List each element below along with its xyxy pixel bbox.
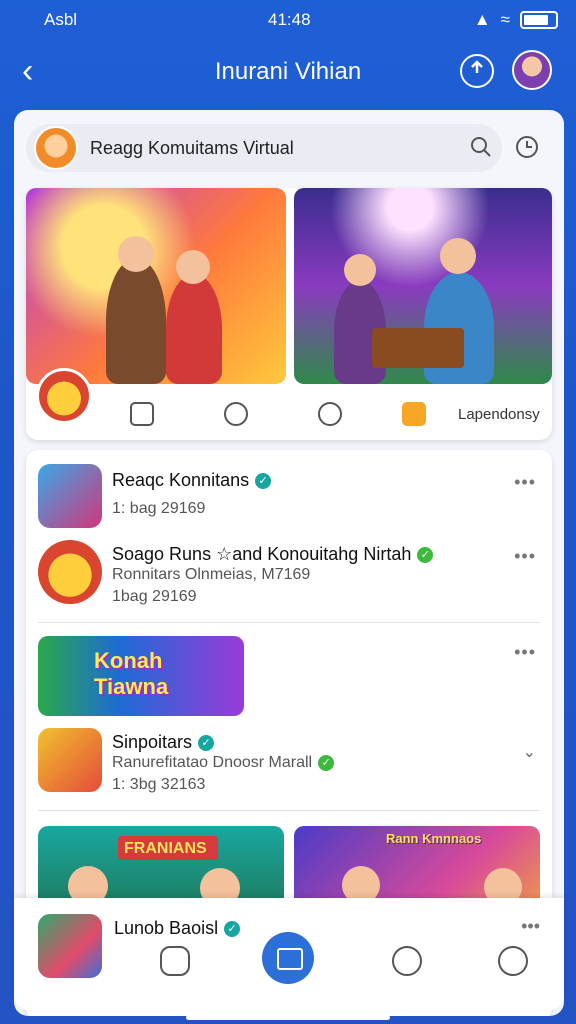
battery-icon xyxy=(520,11,558,29)
person-figure xyxy=(166,274,222,384)
home-icon[interactable] xyxy=(262,932,314,984)
person-figure xyxy=(106,258,166,384)
chat-icon[interactable] xyxy=(160,946,190,976)
app-header: ‹ Inurani Vihian xyxy=(0,46,576,98)
person-face xyxy=(344,254,376,286)
person-face xyxy=(440,238,476,274)
person-face xyxy=(118,236,154,272)
featured-image-right[interactable] xyxy=(294,188,552,384)
featured-card: Lapendonsy xyxy=(26,188,552,440)
chevron-down-icon[interactable]: ⌄ xyxy=(523,742,536,762)
search-input[interactable]: Reagg Komuitams Virtual xyxy=(90,138,294,159)
verified-icon: ✓ xyxy=(198,735,215,752)
banner-text: Rann Kmnnaos xyxy=(386,831,482,846)
avatar[interactable] xyxy=(512,50,552,90)
clock-time: 41:48 xyxy=(268,10,311,29)
game-box xyxy=(372,328,464,368)
more-icon[interactable]: ••• xyxy=(514,472,536,493)
home-indicator xyxy=(186,1015,390,1020)
signal-icon: ▲ xyxy=(473,10,491,29)
item-thumbnail xyxy=(38,728,102,792)
item-thumbnail xyxy=(38,464,102,528)
search-icon[interactable] xyxy=(470,136,492,158)
search-bar[interactable]: Reagg Komuitams Virtual xyxy=(26,124,502,172)
divider xyxy=(38,622,540,623)
gift-icon[interactable] xyxy=(402,402,426,426)
featured-actions: Lapendonsy xyxy=(26,394,552,440)
wifi-icon: ≈ xyxy=(500,10,510,29)
bottom-item-title-text: Lunob Baoisl xyxy=(114,918,219,938)
bottom-item-title: Lunob Baoisl ✓ xyxy=(114,918,241,939)
verified-icon: ✓ xyxy=(417,547,434,564)
item-stats: 1bag 29169 xyxy=(112,588,197,605)
bottom-navigation: Lunob Baoisl ✓ ••• xyxy=(14,898,564,1010)
group-icon[interactable] xyxy=(224,402,248,426)
person-face xyxy=(176,250,210,284)
item-title: Sinpoitars ✓ xyxy=(112,732,215,753)
main-card: Reagg Komuitams Virtual Lapendonsy Reaqc… xyxy=(14,110,564,1016)
profile-icon[interactable] xyxy=(498,946,528,976)
item-thumbnail xyxy=(38,540,102,604)
status-bar: Asbl 41:48 ▲ ≈ xyxy=(0,0,576,40)
item-meta: Ronnitars Olnmeias, M7169 xyxy=(112,566,311,583)
sticker-icon[interactable] xyxy=(130,402,154,426)
item-title: Soago Runs ☆and Konouitahg Nirtah ✓ xyxy=(112,544,434,565)
item-meta: 1: bag 29169 xyxy=(112,500,206,517)
item-thumbnail[interactable] xyxy=(38,914,102,978)
diamond-icon[interactable] xyxy=(318,402,342,426)
item-title-text: Soago Runs ☆and Konouitahg Nirtah xyxy=(112,544,412,564)
friends-icon[interactable] xyxy=(392,946,422,976)
banner-text: FRANIANS xyxy=(124,840,207,857)
list-item[interactable]: Sinpoitars ✓ Ranurefitatao Dnoosr Marall ✓… xyxy=(26,728,552,798)
item-title-text: Sinpoitars xyxy=(112,732,193,752)
more-icon[interactable]: ••• xyxy=(514,546,536,567)
status-icons: ▲ ≈ xyxy=(474,10,558,30)
verified-icon: ✓ xyxy=(318,754,335,771)
list-item[interactable]: Reaqc Konnitans ✓ 1: bag 29169 ••• xyxy=(26,464,552,534)
featured-image-left[interactable] xyxy=(26,188,286,384)
search-avatar xyxy=(34,126,78,170)
clock-icon[interactable] xyxy=(516,136,538,158)
item-title-text: Reaqc Konnitans xyxy=(112,470,250,490)
share-icon[interactable] xyxy=(460,54,494,88)
promo-banner[interactable]: Konah Tiawna xyxy=(38,636,244,716)
verified-icon: ✓ xyxy=(255,473,272,490)
item-stats: 1: 3bg 32163 xyxy=(112,776,206,793)
item-meta-text: Ranurefitatao Dnoosr Marall xyxy=(112,754,313,771)
list-item[interactable]: Soago Runs ☆and Konouitahg Nirtah ✓ Ronni… xyxy=(26,540,552,614)
more-icon[interactable]: ••• xyxy=(521,916,540,937)
verified-icon: ✓ xyxy=(224,921,241,938)
featured-action-label[interactable]: Lapendonsy xyxy=(458,406,540,423)
more-icon[interactable]: ••• xyxy=(514,642,536,663)
divider xyxy=(38,810,540,811)
item-meta: Ranurefitatao Dnoosr Marall ✓ xyxy=(112,754,335,772)
carrier-label: Asbl xyxy=(44,10,78,29)
item-title: Reaqc Konnitans ✓ xyxy=(112,470,272,491)
banner-text: Konah Tiawna xyxy=(94,648,169,699)
